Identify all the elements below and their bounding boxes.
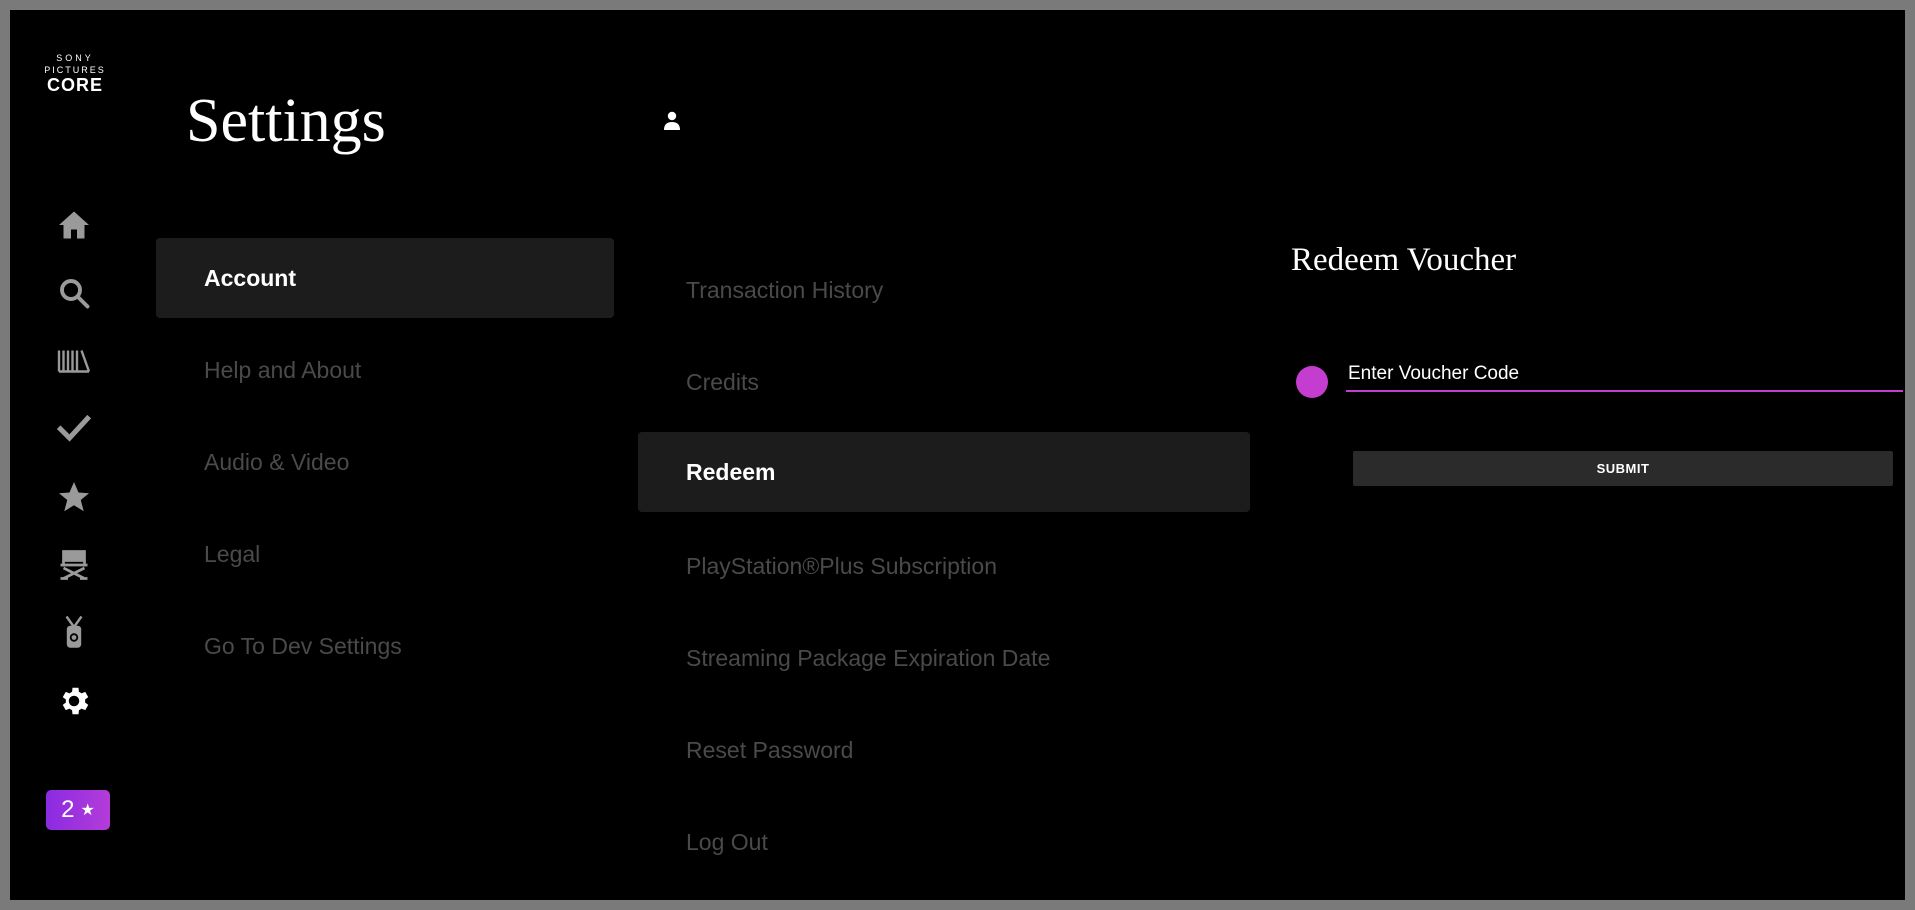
profile-icon[interactable] bbox=[662, 110, 682, 132]
focus-indicator-dot bbox=[1296, 366, 1328, 398]
submenu-item-transaction-history[interactable]: Transaction History bbox=[638, 250, 1250, 330]
logo-line-3: CORE bbox=[46, 75, 103, 95]
submit-button[interactable]: SUBMIT bbox=[1353, 451, 1893, 486]
submenu-item-label: Credits bbox=[686, 368, 759, 395]
sony-pictures-core-logo: SONY PICTURES CORE bbox=[30, 53, 120, 95]
submenu-item-label: PlayStation®Plus Subscription bbox=[686, 552, 997, 579]
menu-item-label: Audio & Video bbox=[204, 448, 350, 475]
library-icon[interactable] bbox=[54, 341, 94, 381]
submenu-item-credits[interactable]: Credits bbox=[638, 342, 1250, 422]
home-icon[interactable] bbox=[54, 205, 94, 245]
menu-item-legal[interactable]: Legal bbox=[156, 514, 614, 594]
voucher-code-input[interactable] bbox=[1346, 362, 1903, 392]
menu-item-account[interactable]: Account bbox=[156, 238, 614, 318]
rating-star-icon: ★ bbox=[80, 802, 95, 819]
submenu-item-redeem[interactable]: Redeem bbox=[638, 432, 1250, 512]
submenu-item-label: Redeem bbox=[686, 458, 776, 485]
submenu-item-label: Log Out bbox=[686, 828, 768, 855]
app-window: SONY PICTURES CORE 2 ★ Settings Account bbox=[0, 0, 1915, 910]
submenu-item-label: Streaming Package Expiration Date bbox=[686, 644, 1051, 671]
submenu-item-streaming-package[interactable]: Streaming Package Expiration Date bbox=[638, 618, 1250, 698]
menu-item-label: Go To Dev Settings bbox=[204, 632, 402, 659]
menu-item-label: Help and About bbox=[204, 356, 362, 383]
lanyard-pass-icon[interactable] bbox=[54, 613, 94, 653]
submenu-item-label: Transaction History bbox=[686, 276, 884, 303]
gear-icon[interactable] bbox=[54, 681, 94, 721]
redeem-voucher-title: Redeem Voucher bbox=[1291, 242, 1517, 278]
rating-value: 2 bbox=[61, 796, 75, 823]
search-icon[interactable] bbox=[54, 273, 94, 313]
submenu-item-label: Reset Password bbox=[686, 736, 854, 763]
menu-item-audio-video[interactable]: Audio & Video bbox=[156, 422, 614, 502]
menu-item-label: Legal bbox=[204, 540, 261, 567]
logo-line-2: PICTURES bbox=[44, 65, 106, 75]
submenu-item-log-out[interactable]: Log Out bbox=[638, 802, 1250, 882]
director-chair-icon[interactable] bbox=[54, 545, 94, 585]
star-icon[interactable] bbox=[54, 477, 94, 517]
menu-item-dev-settings[interactable]: Go To Dev Settings bbox=[156, 606, 614, 686]
logo-line-1: SONY bbox=[56, 53, 94, 63]
submenu-item-reset-password[interactable]: Reset Password bbox=[638, 710, 1250, 790]
menu-item-label: Account bbox=[204, 264, 296, 291]
check-icon[interactable] bbox=[54, 409, 94, 449]
page-title: Settings bbox=[186, 87, 386, 155]
menu-item-help-and-about[interactable]: Help and About bbox=[156, 330, 614, 410]
submenu-item-playstation-plus[interactable]: PlayStation®Plus Subscription bbox=[638, 526, 1250, 606]
rating-badge[interactable]: 2 ★ bbox=[46, 790, 110, 830]
